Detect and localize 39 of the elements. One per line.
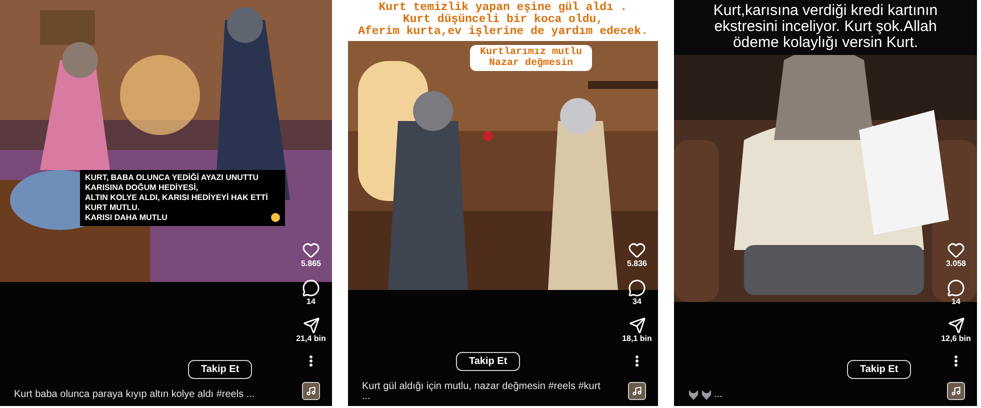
- caption-more[interactable]: ...: [362, 393, 370, 401]
- sticker-text: Kurtlarımız mutlu: [480, 47, 582, 58]
- overlay-text: ekstresini inceliyor. Kurt şok.Allah: [714, 19, 937, 35]
- follow-button[interactable]: Takip Et: [188, 360, 252, 379]
- comment-icon[interactable]: [947, 279, 965, 297]
- sticker-text: Nazar değmesin: [489, 58, 574, 69]
- share-count: 12,6 bin: [941, 334, 971, 344]
- comment-count: 34: [632, 297, 642, 307]
- post-caption: Kurt gül aldığı için mutlu, nazar değmesin #reels #kurt: [362, 381, 600, 393]
- send-icon[interactable]: [948, 317, 964, 334]
- send-icon[interactable]: [302, 317, 320, 334]
- comment-count: 14: [306, 297, 316, 307]
- overlay-text: Kurt,karısına verdiği kredi kartının: [713, 3, 938, 19]
- comment-icon[interactable]: [628, 279, 646, 297]
- comment-count: 14: [952, 297, 960, 307]
- banner-text: Aferim kurta,ev işlerine de yardım edecek.: [358, 26, 648, 38]
- music-note-icon[interactable]: [628, 382, 646, 400]
- heart-icon[interactable]: [628, 241, 646, 259]
- share-count: 18,1 bin: [622, 334, 652, 344]
- share-count: 21,4 bin: [296, 334, 326, 344]
- post-caption: ...: [714, 389, 722, 401]
- music-note-icon[interactable]: [302, 382, 320, 400]
- comment-icon[interactable]: [302, 279, 320, 297]
- overlay-text: KURT, BABA OLUNCA YEDİĞİ AYAZI UNUTTU KARISINA DOĞUM HEDİYESİ, ALTIN KOLYE ALDI, KARISI HEDİYEYİ HAK ETTİ KURT MUTLU. KARISI DAHA MUTLU: [85, 173, 268, 223]
- heart-icon[interactable]: [947, 241, 965, 259]
- banner-text: Kurt düşünceli bir koca oldu,: [402, 14, 604, 26]
- send-icon[interactable]: [628, 317, 646, 334]
- like-count: 5.865: [300, 259, 322, 269]
- wolf-emoji-icon: [688, 390, 699, 400]
- overlay-text: ödeme kolaylığı versin Kurt.: [732, 35, 918, 51]
- like-count: 3.058: [946, 259, 966, 269]
- music-note-icon[interactable]: [947, 382, 965, 400]
- post-caption: Kurt baba olunca paraya kıyıp altın kolye aldı #reels ...: [14, 389, 255, 401]
- follow-button[interactable]: Takip Et: [456, 352, 520, 371]
- heart-icon[interactable]: [302, 241, 320, 259]
- like-count: 5.836: [626, 259, 648, 269]
- wolf-emoji-icon: [701, 390, 712, 400]
- banner-text: Kurt temizlik yapan eşine gül aldı .: [378, 2, 628, 14]
- follow-button[interactable]: Takip Et: [847, 360, 912, 379]
